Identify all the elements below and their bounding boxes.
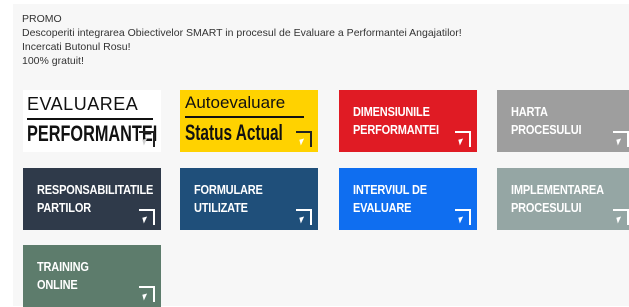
tile-title-line2: Status Actual xyxy=(185,120,283,145)
tile-label: IMPLEMENTAREA PROCESULUI xyxy=(511,181,604,217)
tile-title-line1: EVALUAREA xyxy=(27,94,139,114)
tile-autoevaluare[interactable]: Autoevaluare Status Actual xyxy=(180,90,318,152)
tile-dimensiunile-performantei[interactable]: DIMENSIUNILE PERFORMANTEI xyxy=(339,90,477,152)
tile-title-line1: TRAINING xyxy=(37,260,89,274)
tile-title-line2: PROCESULUI xyxy=(511,201,582,215)
tile-label: DIMENSIUNILE PERFORMANTEI xyxy=(353,103,439,139)
tile-title-line1: INTERVIUL DE xyxy=(353,183,427,197)
tile-title-line2: PERFORMANTEI xyxy=(353,123,439,137)
tile-title-line1: FORMULARE xyxy=(194,183,263,197)
title-divider xyxy=(185,116,304,118)
tile-formulare-utilizate[interactable]: FORMULARE UTILIZATE xyxy=(180,168,318,230)
promo-call-to-action: Incercati Butonul Rosu! xyxy=(22,41,131,53)
tile-label: INTERVIUL DE EVALUARE xyxy=(353,181,427,217)
tile-label: RESPONSABILITATILE PARTILOR xyxy=(37,181,153,217)
tile-implementarea-procesului[interactable]: IMPLEMENTAREA PROCESULUI xyxy=(497,168,629,230)
tile-title-line1: HARTA xyxy=(511,105,548,119)
promo-description: Descoperiti integrarea Obiectivelor SMAR… xyxy=(22,27,462,39)
tile-label: HARTA PROCESULUI xyxy=(511,103,582,139)
tile-evaluarea-performantei[interactable]: EVALUAREA PERFORMANTEI xyxy=(23,90,161,152)
promo-free-note: 100% gratuit! xyxy=(22,55,84,67)
tile-label: FORMULARE UTILIZATE xyxy=(194,181,263,217)
tile-title-line2: PERFORMANTEI xyxy=(27,121,158,146)
tile-responsabilitatile-partilor[interactable]: RESPONSABILITATILE PARTILOR xyxy=(23,168,161,230)
tile-title-line2: PARTILOR xyxy=(37,201,91,215)
promo-heading: PROMO xyxy=(22,13,62,25)
tile-title-line2: PROCESULUI xyxy=(511,123,582,137)
tile-title-line1: DIMENSIUNILE xyxy=(353,105,430,119)
tile-training-online[interactable]: TRAINING ONLINE xyxy=(23,245,161,307)
tile-title-line1: IMPLEMENTAREA xyxy=(511,183,604,197)
tile-title-line2: EVALUARE xyxy=(353,201,412,215)
promo-text-block: PROMO Descoperiti integrarea Obiectivelo… xyxy=(22,12,462,68)
tile-title-line1: Autoevaluare xyxy=(185,93,286,112)
tile-title-line1: RESPONSABILITATILE xyxy=(37,183,154,197)
title-divider xyxy=(27,118,153,120)
tile-title-line2: ONLINE xyxy=(37,278,78,292)
tile-harta-procesului[interactable]: HARTA PROCESULUI xyxy=(497,90,629,152)
tile-label: TRAINING ONLINE xyxy=(37,258,89,294)
tile-interviul-de-evaluare[interactable]: INTERVIUL DE EVALUARE xyxy=(339,168,477,230)
tile-title-line2: UTILIZATE xyxy=(194,201,248,215)
